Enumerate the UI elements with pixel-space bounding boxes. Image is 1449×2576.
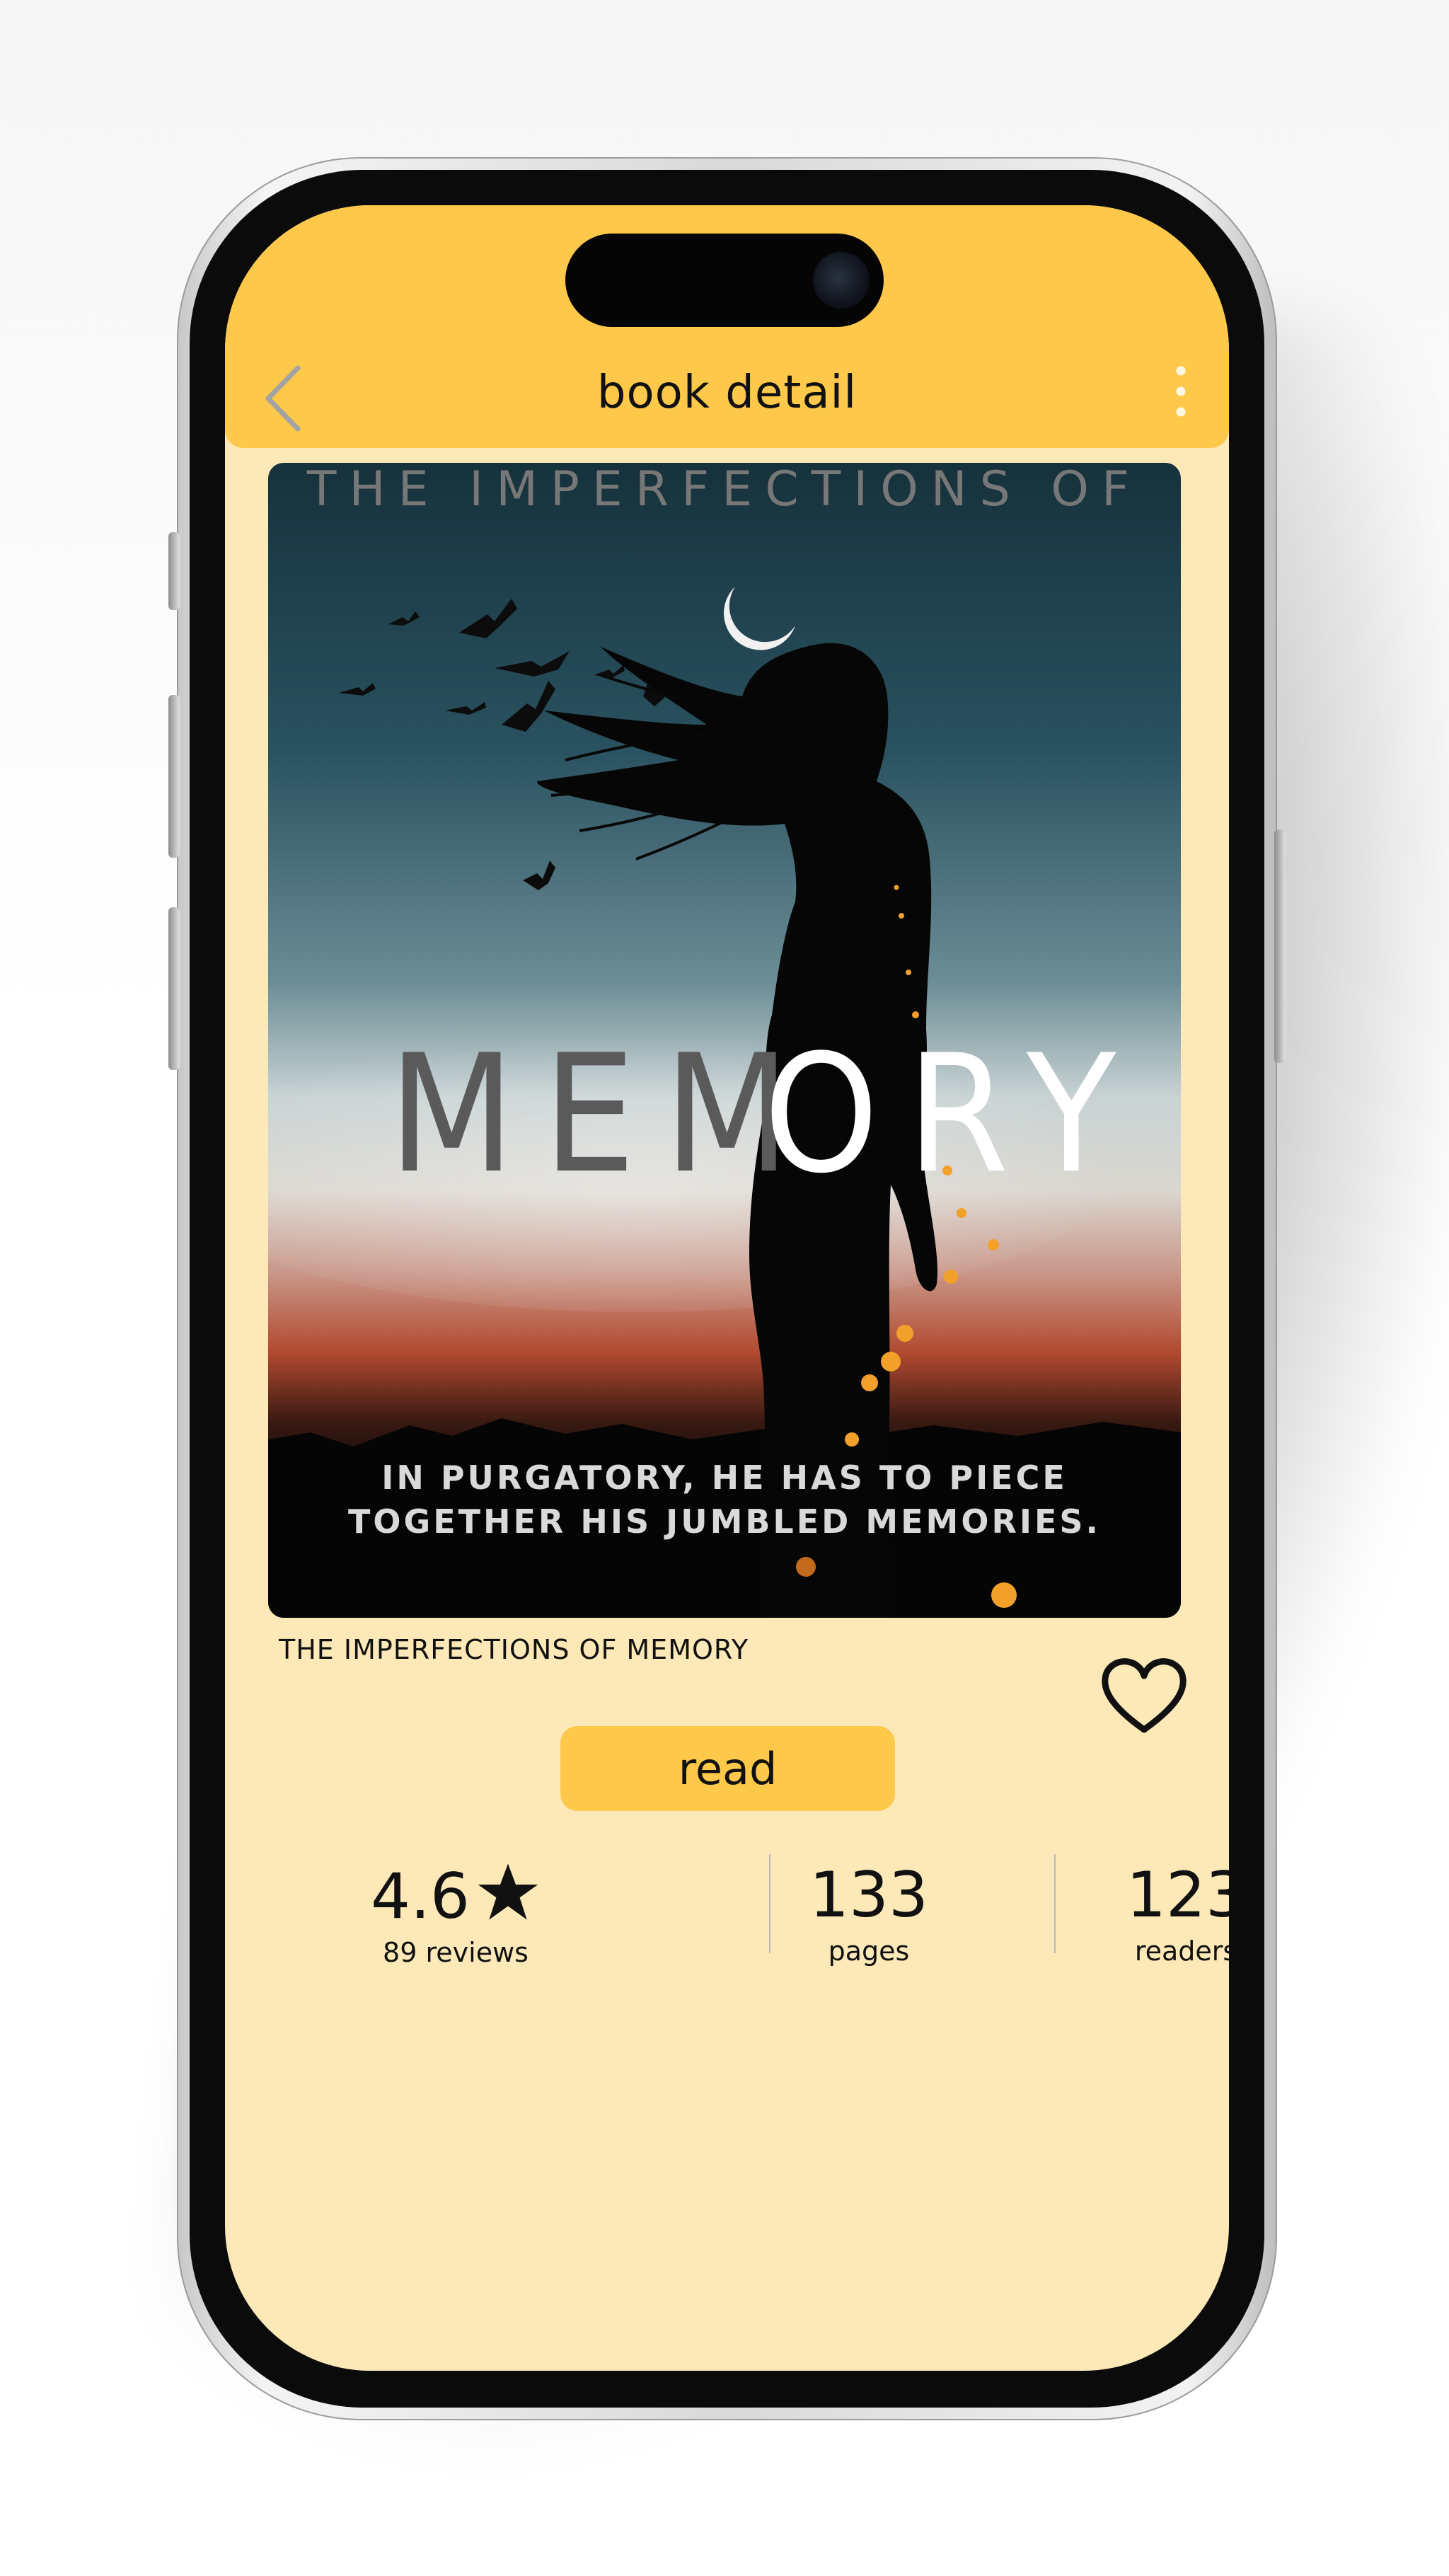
stats-divider [1054, 1854, 1056, 1953]
readers-label: readers [1134, 1936, 1229, 1967]
book-cover[interactable]: THE IMPERFECTIONS OF MEM ORY IN PURGATOR… [268, 463, 1181, 1618]
side-button-power [1274, 829, 1286, 1063]
pages-value: 133 [809, 1858, 928, 1931]
pages-label: pages [828, 1936, 910, 1967]
readers-value: 123 [1126, 1858, 1229, 1931]
more-options-button[interactable] [1167, 360, 1195, 423]
svg-text:IN PURGATORY, HE HAS TO PIECE: IN PURGATORY, HE HAS TO PIECE [381, 1459, 1068, 1497]
pages-stat: 133 pages [791, 1860, 947, 1969]
rating-stat: 4.6 89 reviews [350, 1860, 562, 1970]
read-button[interactable]: read [560, 1726, 895, 1811]
stats-divider [769, 1854, 770, 1953]
rating-value: 4.6 [371, 1860, 470, 1933]
front-camera [813, 252, 870, 309]
side-button-action [168, 532, 180, 610]
svg-text:ORY: ORY [763, 1020, 1144, 1209]
readers-stat: 123 readers [1094, 1860, 1229, 1969]
book-cover-art: THE IMPERFECTIONS OF MEM ORY IN PURGATOR… [268, 463, 1181, 1618]
svg-text:MEM: MEM [388, 1020, 819, 1209]
side-button-volume-up [168, 695, 180, 858]
reviews-count: 89 reviews [383, 1937, 529, 1968]
book-title: THE IMPERFECTIONS OF MEMORY [279, 1634, 749, 1665]
app-header: book detail [225, 205, 1229, 448]
dynamic-island [565, 234, 884, 327]
svg-text:THE IMPERFECTIONS OF: THE IMPERFECTIONS OF [306, 463, 1142, 517]
svg-text:TOGETHER HIS JUMBLED MEMORIES.: TOGETHER HIS JUMBLED MEMORIES. [348, 1502, 1101, 1541]
app-screen: book detail THE IMPERFECTIONS OF MEM ORY… [225, 205, 1229, 2371]
heart-outline-icon [1102, 1658, 1187, 1733]
star-icon [478, 1863, 538, 1920]
phone-frame: book detail THE IMPERFECTIONS OF MEM ORY… [168, 157, 1286, 2420]
favorite-button[interactable] [1098, 1656, 1190, 1737]
rating-value-row: 4.6 [350, 1860, 562, 1932]
side-button-volume-down [168, 907, 180, 1070]
page-title: book detail [596, 367, 858, 419]
more-vertical-icon [1176, 366, 1186, 417]
